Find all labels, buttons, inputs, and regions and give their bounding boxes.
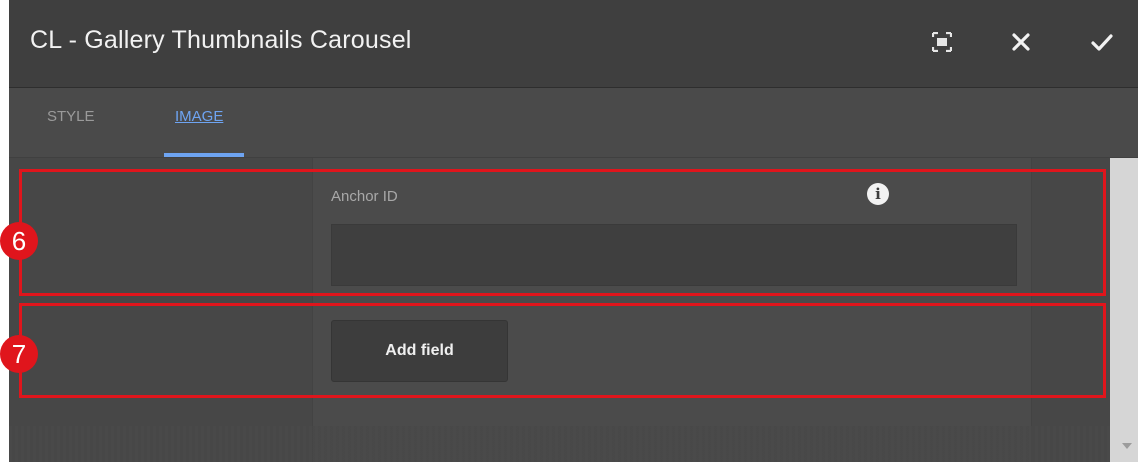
fullscreen-button[interactable] xyxy=(920,22,964,66)
dialog-titlebar: CL - Gallery Thumbnails Carousel xyxy=(9,0,1138,88)
checkmark-icon xyxy=(1091,32,1113,57)
close-icon xyxy=(1011,32,1031,57)
annotation-badge-6: 6 xyxy=(0,222,38,260)
tab-image[interactable]: IMAGE xyxy=(172,108,226,125)
active-tab-indicator xyxy=(164,153,244,157)
annotation-badge-7: 7 xyxy=(0,335,38,373)
fullscreen-icon xyxy=(931,31,953,57)
dialog-title: CL - Gallery Thumbnails Carousel xyxy=(30,26,412,54)
confirm-button[interactable] xyxy=(1080,22,1124,66)
tab-bar: STYLE IMAGE xyxy=(9,88,1138,158)
bottom-strip xyxy=(9,426,1110,462)
tab-style[interactable]: STYLE xyxy=(44,108,98,125)
scroll-down-arrow-icon[interactable] xyxy=(1122,443,1132,449)
scrollbar[interactable] xyxy=(1110,158,1138,462)
annotation-box-7 xyxy=(19,303,1106,398)
annotation-box-6 xyxy=(19,169,1106,296)
close-button[interactable] xyxy=(999,22,1043,66)
